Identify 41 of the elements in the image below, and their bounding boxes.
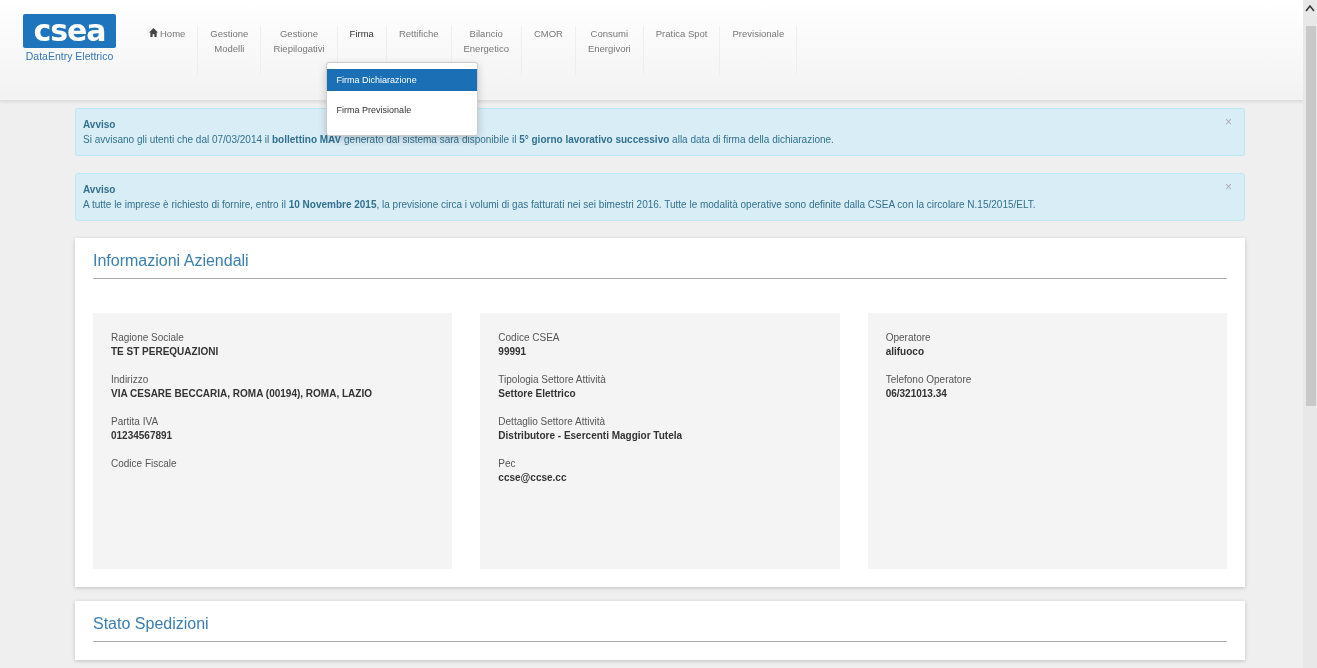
field-value: TE ST PEREQUAZIONI	[111, 345, 220, 359]
nav-item[interactable]: Previsionale	[732, 26, 785, 41]
field-label: Codice CSEA	[498, 331, 561, 345]
nav-item[interactable]: Pratica Spot	[655, 26, 708, 41]
alert-text: A tutte le imprese è richiesto di fornire, entro il 10 Novembre 2015, la previsione circa i volumi di gas fatturati nei sei bimestri 2016. Tutte le modalità operative sono definite dalla CSEA con la circolare N.15/2015/ELT.	[83, 199, 1036, 210]
card-title: Informazioni Aziendali	[93, 252, 1227, 279]
field-value: Distributore - Esercenti Maggior Tutela	[498, 429, 684, 443]
nav-item[interactable]: Gestione Riepilogativi	[273, 26, 325, 56]
field-label: Partita IVA	[111, 415, 160, 429]
logo-subtitle: DataEntry Elettrico	[25, 50, 114, 62]
field-label: Pec	[498, 457, 517, 471]
field-value: 99991	[498, 345, 528, 359]
field-label: Codice Fiscale	[111, 457, 178, 471]
field-value: VIA CESARE BECCARIA, ROMA (00194), ROMA, LAZIO	[111, 387, 373, 401]
field-value: ccse@ccse.cc	[498, 471, 568, 485]
nav-item[interactable]: CMOR	[533, 26, 563, 41]
field-label: Indirizzo	[111, 373, 150, 387]
nav-item[interactable]: Gestione Modelli	[210, 26, 249, 56]
nav-item[interactable]: Firma	[349, 26, 374, 41]
alert-title: Avviso	[83, 118, 117, 132]
logo: csea	[23, 14, 116, 48]
field-label: Telefono Operatore	[885, 373, 973, 387]
nav-item[interactable]: Consumi Energivori	[587, 26, 631, 56]
nav-item[interactable]: Bilancio Energetico	[463, 26, 509, 56]
menu-item[interactable]: Firma Previsionale	[326, 99, 477, 121]
field-value: Settore Elettrico	[498, 387, 577, 401]
field-label: Operatore	[885, 331, 932, 345]
nav-item[interactable]: Rettifiche	[398, 26, 439, 41]
scroll-up-icon	[1305, 4, 1315, 12]
alert-title: Avviso	[83, 183, 117, 197]
field-label: Ragione Sociale	[111, 331, 185, 345]
field-label: Dettaglio Settore Attività	[498, 415, 607, 429]
nav-item[interactable]: Home	[149, 26, 186, 41]
home-icon	[149, 28, 158, 37]
field-value: alifuoco	[885, 345, 925, 359]
field-label: Tipologia Settore Attività	[498, 373, 607, 387]
menu-item[interactable]: Firma Dichiarazione	[326, 69, 477, 91]
scrollbar[interactable]	[1303, 0, 1317, 668]
field-value: 06/321013.34	[885, 387, 948, 401]
card-title: Stato Spedizioni	[93, 615, 1227, 642]
field-value: 01234567891	[111, 429, 174, 443]
